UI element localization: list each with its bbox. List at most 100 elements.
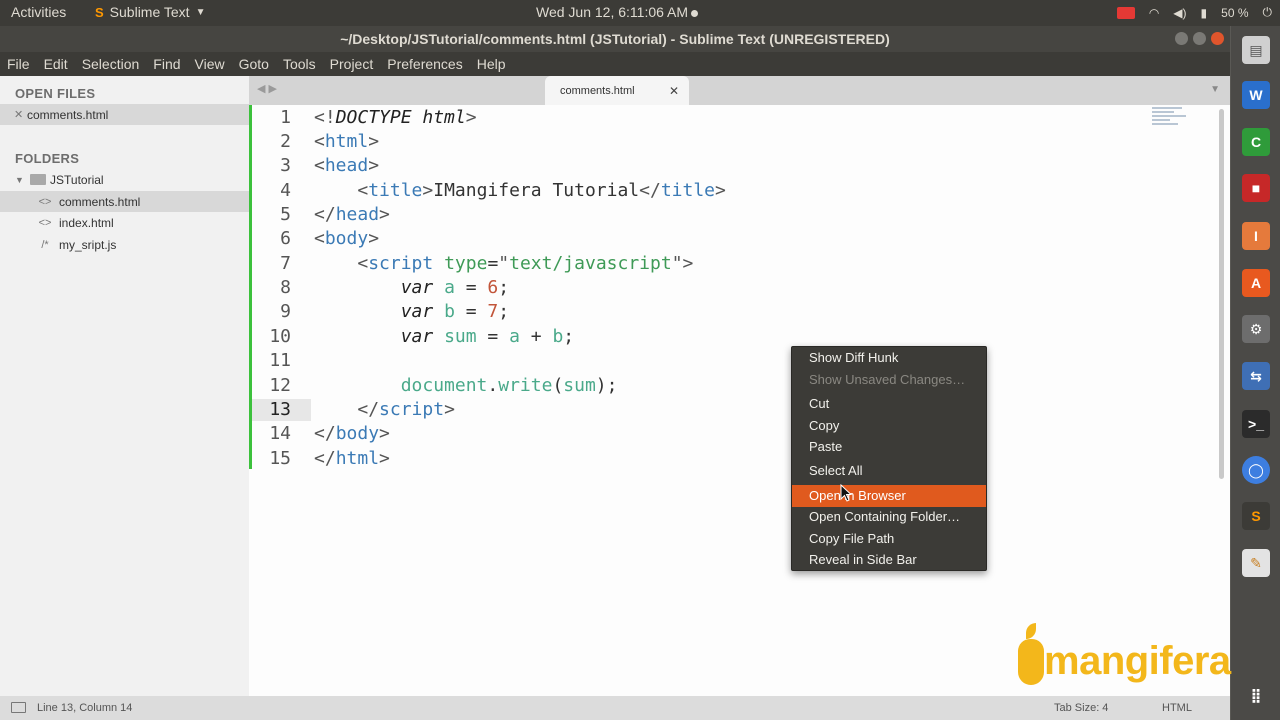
html-file-icon: <>	[38, 216, 52, 229]
line-number: 2	[280, 131, 291, 152]
code-line: var sum = a + b;	[400, 326, 575, 347]
tab-label: comments.html	[560, 85, 635, 97]
top-panel: Activities S Sublime Text ▼ Wed Jun 12, …	[0, 0, 1280, 26]
writer-icon[interactable]: W	[1242, 81, 1270, 109]
line-number: 15	[269, 448, 291, 469]
app-menu[interactable]: S Sublime Text ▼	[95, 4, 205, 20]
sidebar-file-item[interactable]: <> index.html	[0, 212, 249, 233]
impress-icon[interactable]: I	[1242, 222, 1270, 250]
minimize-button[interactable]	[1175, 32, 1188, 45]
folder-label: JSTutorial	[50, 172, 104, 187]
close-icon[interactable]: ✕	[0, 108, 27, 121]
menu-item-copy-file-path[interactable]: Copy File Path	[792, 528, 986, 550]
mangifera-logo: mangifera	[1016, 621, 1248, 691]
screen-recorder-icon[interactable]	[1116, 6, 1135, 19]
code-line: <body>	[314, 228, 380, 249]
code-line: <script type="text/javascript">	[357, 253, 694, 274]
menu-item-open-containing-folder[interactable]: Open Containing Folder…	[792, 506, 986, 528]
line-number: 3	[280, 155, 291, 176]
menu-selection[interactable]: Selection	[75, 56, 147, 72]
sidebar-file-item[interactable]: /* my_sript.js	[0, 234, 249, 255]
line-number: 11	[269, 350, 291, 371]
files-icon[interactable]: ▤	[1242, 36, 1270, 64]
syntax-mode[interactable]: HTML	[1162, 702, 1192, 714]
close-icon[interactable]: ✕	[669, 84, 679, 98]
code-line: document.write(sum);	[400, 375, 618, 396]
clock[interactable]: Wed Jun 12, 6:11:06 AM	[536, 4, 699, 20]
menu-item-open-in-browser[interactable]: Open in Browser	[792, 485, 986, 507]
close-button[interactable]	[1211, 32, 1224, 45]
recording-dot-icon	[691, 9, 699, 17]
js-file-icon: /*	[41, 238, 49, 251]
sublime-launcher-icon[interactable]: S	[1242, 502, 1270, 530]
battery-percent: 50 %	[1221, 5, 1249, 20]
menu-goto[interactable]: Goto	[232, 56, 276, 72]
system-tray: ◠ ◀) ▮ 50 % ⏻	[1116, 5, 1273, 20]
code-line: <head>	[314, 155, 380, 176]
sidebar-file-label: my_sript.js	[59, 237, 117, 252]
menu-item-copy[interactable]: Copy	[792, 415, 986, 437]
activities-button[interactable]: Activities	[11, 4, 66, 20]
menu-item-cut[interactable]: Cut	[792, 393, 986, 415]
chess-icon[interactable]: ■	[1242, 174, 1270, 202]
menu-find[interactable]: Find	[146, 56, 187, 72]
line-number: 12	[269, 375, 291, 396]
menu-file[interactable]: File	[0, 56, 37, 72]
terminal-icon[interactable]: >_	[1242, 410, 1270, 438]
html-file-icon: <>	[38, 195, 52, 208]
software-center-icon[interactable]: A	[1242, 269, 1270, 297]
battery-icon[interactable]: ▮	[1201, 6, 1208, 20]
chromium-icon[interactable]: ◯	[1242, 456, 1270, 484]
tab-comments-html[interactable]: comments.html ✕	[545, 76, 689, 105]
chevron-down-icon: ▼	[195, 6, 206, 18]
status-bar: Line 13, Column 14 Tab Size: 4 HTML	[0, 696, 1230, 720]
menu-edit[interactable]: Edit	[37, 56, 75, 72]
line-number: 8	[280, 277, 291, 298]
menu-help[interactable]: Help	[470, 56, 513, 72]
folder-item[interactable]: ▼ JSTutorial	[0, 169, 249, 190]
context-menu: Show Diff Hunk Show Unsaved Changes… Cut…	[791, 346, 987, 571]
leaf-icon	[1026, 623, 1036, 639]
menu-item-select-all[interactable]: Select All	[792, 460, 986, 482]
diff-gutter-marker	[249, 105, 252, 469]
menu-item-reveal-in-side-bar[interactable]: Reveal in Side Bar	[792, 549, 986, 571]
open-file-item[interactable]: ✕ comments.html	[0, 104, 249, 125]
power-icon[interactable]: ⏻	[1263, 5, 1273, 20]
menu-tools[interactable]: Tools	[276, 56, 323, 72]
menu-project[interactable]: Project	[323, 56, 381, 72]
maximize-button[interactable]	[1193, 32, 1206, 45]
open-file-label: comments.html	[27, 107, 109, 122]
text-editor-icon[interactable]: ✎	[1242, 549, 1270, 577]
menu-bar: File Edit Selection Find View Goto Tools…	[0, 52, 1230, 76]
sidebar: OPEN FILES ✕ comments.html FOLDERS ▼ JST…	[0, 76, 249, 696]
line-number: 10	[269, 326, 291, 347]
panel-toggle-icon[interactable]	[11, 702, 26, 713]
chevron-down-icon: ▼	[15, 174, 24, 185]
code-line: <!DOCTYPE html>	[314, 107, 477, 128]
volume-icon[interactable]: ◀)	[1173, 6, 1186, 20]
sublime-icon: S	[95, 4, 104, 20]
code-line: var b = 7;	[400, 301, 510, 322]
calc-icon[interactable]: C	[1242, 128, 1270, 156]
settings-icon[interactable]: ⚙	[1242, 315, 1270, 343]
code-line: </html>	[314, 448, 390, 469]
logo-text: mangifera	[1044, 639, 1231, 683]
clock-text: Wed Jun 12, 6:11:06 AM	[536, 4, 689, 20]
menu-item-show-diff-hunk[interactable]: Show Diff Hunk	[792, 347, 986, 369]
sidebar-file-item[interactable]: <> comments.html	[0, 191, 249, 212]
vertical-scrollbar[interactable]	[1219, 109, 1224, 479]
tab-dropdown-icon[interactable]: ▼	[1210, 84, 1220, 95]
diff-icon[interactable]: ⇆	[1242, 362, 1270, 390]
wifi-icon[interactable]: ◠	[1149, 6, 1159, 20]
mango-icon	[1018, 639, 1044, 685]
line-number: 5	[280, 204, 291, 225]
tab-nav-arrows-icon[interactable]: ◀ ▶	[257, 82, 277, 95]
menu-preferences[interactable]: Preferences	[380, 56, 469, 72]
menu-view[interactable]: View	[188, 56, 232, 72]
cursor-position: Line 13, Column 14	[37, 702, 133, 714]
minimap[interactable]	[1152, 107, 1186, 133]
menu-item-paste[interactable]: Paste	[792, 436, 986, 458]
mouse-cursor-icon	[840, 484, 852, 502]
editor[interactable]: 1 2 3 4 5 6 7 8 9 10 11 12 13 14 15 <!DO…	[249, 105, 1230, 696]
tab-size[interactable]: Tab Size: 4	[1054, 702, 1108, 714]
